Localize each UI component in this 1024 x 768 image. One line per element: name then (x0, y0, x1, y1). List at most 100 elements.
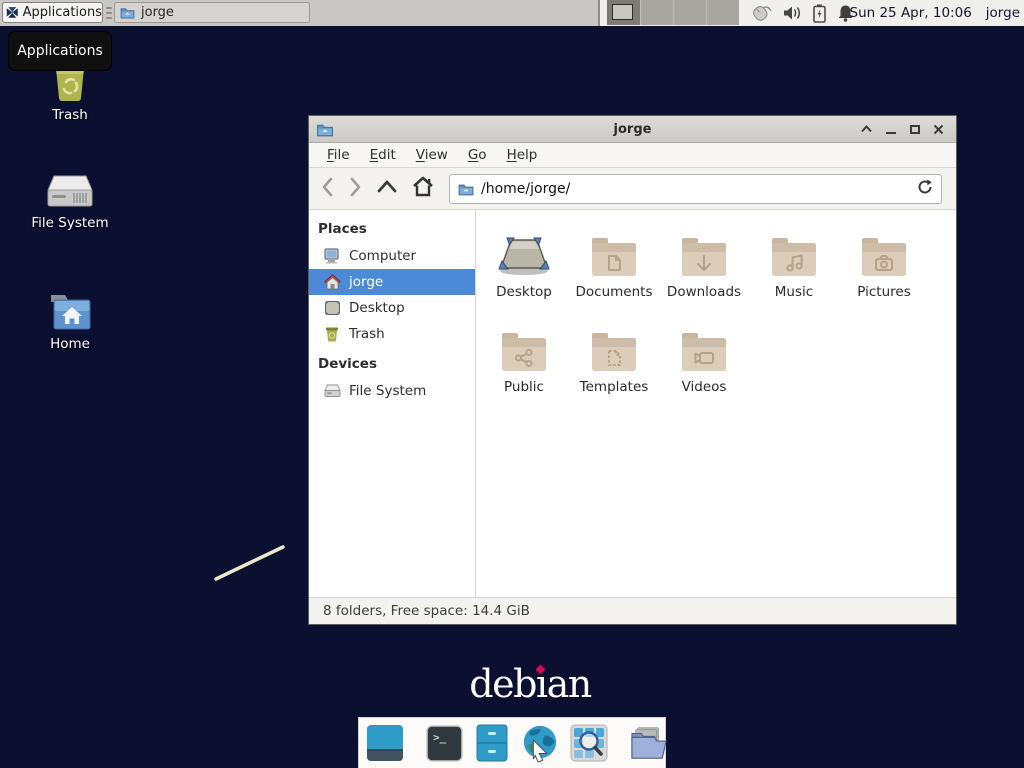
wallpaper-line (210, 540, 292, 586)
menu-help[interactable]: Help (497, 144, 548, 166)
trash-icon (323, 326, 341, 342)
terminal-launcher[interactable]: >_ (426, 724, 463, 762)
workspace-switcher[interactable] (607, 0, 739, 25)
menubar: File Edit View Go Help (309, 143, 956, 168)
app-finder-launcher[interactable] (570, 724, 608, 762)
logo-text: deb (469, 662, 536, 706)
workspace-3[interactable] (673, 0, 706, 25)
file-item-templates[interactable]: Templates (569, 315, 659, 410)
clock[interactable]: Sun 25 Apr, 10:06 (850, 5, 972, 21)
minimize-button[interactable] (884, 123, 897, 136)
window-titlebar[interactable]: jorge (309, 116, 956, 143)
sidebar-item-label: File System (349, 383, 426, 399)
path-text[interactable]: /home/jorge/ (481, 181, 917, 197)
mouse-icon[interactable] (748, 3, 772, 23)
sidebar-item-jorge[interactable]: jorge (309, 269, 475, 295)
maximize-button[interactable] (908, 123, 921, 136)
path-bar[interactable]: /home/jorge/ (449, 174, 942, 204)
svg-text:>_: >_ (433, 731, 447, 744)
statusbar-text: 8 folders, Free space: 14.4 GiB (323, 603, 530, 619)
sidebar-item-trash[interactable]: Trash (309, 321, 475, 347)
workspace-window-thumb (612, 4, 633, 20)
volume-icon[interactable] (783, 5, 802, 21)
sidebar-item-label: Computer (349, 248, 416, 264)
show-desktop-icon (366, 724, 404, 762)
home-icon (323, 274, 341, 290)
sidebar-item-computer[interactable]: Computer (309, 243, 475, 269)
file-item-pictures[interactable]: Pictures (839, 220, 929, 315)
file-list: Desktop Documents (476, 210, 956, 597)
taskbar-window-button[interactable]: jorge (114, 2, 310, 23)
side-pane: Places Computer (309, 210, 476, 597)
panel-plugin-handle[interactable] (106, 7, 112, 19)
desktop-icon (323, 300, 341, 316)
file-cabinet-icon (474, 724, 510, 762)
web-browser-launcher[interactable] (521, 724, 559, 762)
file-item-documents[interactable]: Documents (569, 220, 659, 315)
desktop-icon-label: Trash (52, 107, 88, 123)
places-header: Places (309, 216, 475, 243)
logo-text: an (547, 662, 591, 706)
statusbar: 8 folders, Free space: 14.4 GiB (309, 597, 956, 624)
sidebar-item-file-system[interactable]: File System (309, 378, 475, 404)
file-item-videos[interactable]: Videos (659, 315, 749, 410)
reload-button[interactable] (917, 179, 933, 199)
file-manager-window: jorge File Edit View Go Help (308, 115, 957, 625)
open-folder-icon (630, 725, 668, 761)
hard-drive-icon (46, 172, 94, 212)
top-panel: Applications jorge (0, 0, 1024, 26)
folder-launcher[interactable] (630, 724, 668, 762)
web-browser-icon (521, 723, 559, 763)
menu-view[interactable]: View (406, 144, 458, 166)
devices-header: Devices (309, 347, 475, 378)
music-folder-icon (770, 220, 818, 278)
toolbar: /home/jorge/ (309, 168, 956, 210)
window-title: jorge (309, 122, 956, 137)
battery-icon[interactable] (813, 4, 826, 23)
workspace-4[interactable] (706, 0, 739, 25)
desktop-icon-home[interactable]: Home (20, 291, 120, 352)
desktop-icon-file-system[interactable]: File System (20, 172, 120, 231)
workspace-1[interactable] (607, 0, 640, 25)
sidebar-item-desktop[interactable]: Desktop (309, 295, 475, 321)
back-button[interactable] (321, 177, 334, 201)
menu-go[interactable]: Go (458, 144, 497, 166)
dock-panel: >_ (358, 717, 666, 768)
downloads-folder-icon (680, 220, 728, 278)
menu-edit[interactable]: Edit (360, 144, 406, 166)
tooltip-text: Applications (17, 43, 103, 59)
drive-icon (323, 384, 341, 398)
sidebar-item-label: Trash (349, 326, 385, 342)
file-item-downloads[interactable]: Downloads (659, 220, 749, 315)
file-manager-launcher[interactable] (474, 724, 510, 762)
forward-button[interactable] (349, 177, 362, 201)
documents-folder-icon (590, 220, 638, 278)
terminal-icon: >_ (426, 725, 463, 762)
application-finder-icon (570, 724, 608, 762)
close-button[interactable] (932, 123, 945, 136)
public-folder-icon (500, 315, 548, 373)
pictures-folder-icon (860, 220, 908, 278)
workspace-2[interactable] (640, 0, 673, 25)
shade-button[interactable] (860, 123, 873, 136)
xfce-menu-icon (6, 5, 19, 21)
applications-menu-button[interactable]: Applications (2, 2, 103, 23)
up-button[interactable] (377, 180, 397, 197)
file-item-public[interactable]: Public (479, 315, 569, 410)
home-folder-icon (47, 291, 93, 333)
menu-file[interactable]: File (317, 144, 360, 166)
folder-icon (120, 6, 135, 19)
desktop-icon-label: File System (31, 215, 108, 231)
desktop-special-icon (495, 220, 553, 278)
applications-menu-label: Applications (23, 5, 102, 20)
file-item-desktop[interactable]: Desktop (479, 220, 569, 315)
show-desktop-button[interactable] (366, 724, 404, 762)
sidebar-item-label: Desktop (349, 300, 405, 316)
path-folder-icon (458, 182, 474, 196)
taskbar-window-label: jorge (141, 5, 174, 20)
file-item-music[interactable]: Music (749, 220, 839, 315)
panel-username: jorge (986, 5, 1020, 21)
home-button[interactable] (412, 176, 434, 201)
sidebar-item-label: jorge (349, 274, 383, 290)
debian-logo: debıan (430, 664, 630, 704)
